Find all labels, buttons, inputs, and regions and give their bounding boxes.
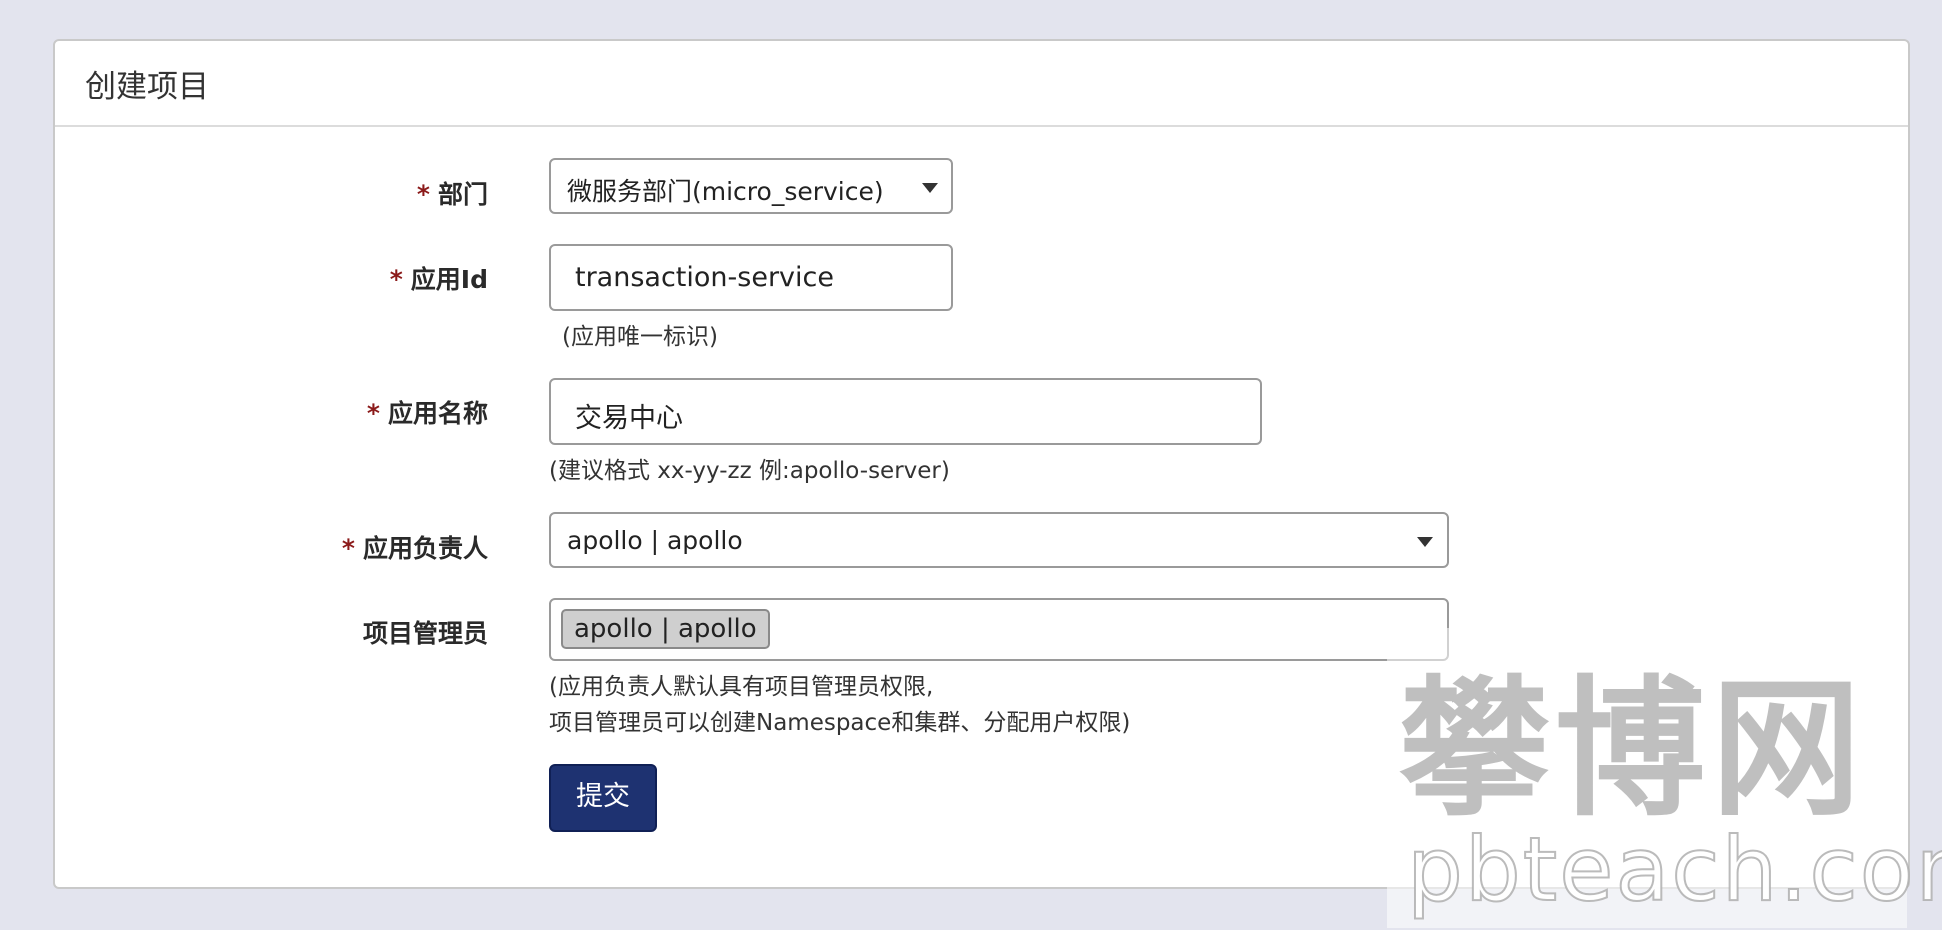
- watermark-text-en: pbteach.com: [1406, 817, 1942, 922]
- app-name-input-value: 交易中心: [575, 403, 683, 434]
- chevron-down-icon: [922, 183, 938, 193]
- app-name-input[interactable]: 交易中心: [549, 378, 1262, 445]
- panel-header: 创建项目: [55, 41, 1908, 127]
- admins-hint-line1: (应用负责人默认具有项目管理员权限,: [549, 674, 934, 700]
- app-id-input[interactable]: transaction-service: [549, 244, 953, 311]
- department-label: * 部门: [416, 180, 488, 209]
- watermark-text-cn: 攀博网: [1399, 661, 1868, 837]
- owner-select[interactable]: apollo | apollo: [549, 512, 1449, 568]
- admins-multiselect[interactable]: apollo | apollo: [549, 598, 1449, 661]
- app-id-label: * 应用Id: [389, 265, 488, 294]
- department-select-value: 微服务部门(micro_service): [567, 177, 884, 206]
- owner-select-value: apollo | apollo: [567, 526, 743, 555]
- app-id-input-value: transaction-service: [575, 262, 834, 293]
- admins-label: 项目管理员: [362, 619, 488, 648]
- required-mark: *: [389, 265, 403, 294]
- department-select[interactable]: 微服务部门(micro_service): [549, 158, 953, 214]
- submit-button[interactable]: 提交: [549, 764, 657, 832]
- app-id-hint: (应用唯一标识): [562, 324, 718, 350]
- required-mark: *: [366, 399, 380, 428]
- app-name-hint: (建议格式 xx-yy-zz 例:apollo-server): [549, 458, 950, 484]
- owner-label: * 应用负责人: [341, 534, 488, 563]
- page-title: 创建项目: [85, 69, 209, 105]
- app-name-label: * 应用名称: [366, 399, 488, 428]
- admin-tag[interactable]: apollo | apollo: [561, 609, 770, 649]
- required-mark: *: [416, 180, 430, 209]
- chevron-down-icon: [1417, 537, 1433, 547]
- watermark: 攀博网 pbteach.com: [1387, 628, 1942, 928]
- required-mark: *: [341, 534, 355, 563]
- admins-hint-line2: 项目管理员可以创建Namespace和集群、分配用户权限): [549, 710, 1131, 736]
